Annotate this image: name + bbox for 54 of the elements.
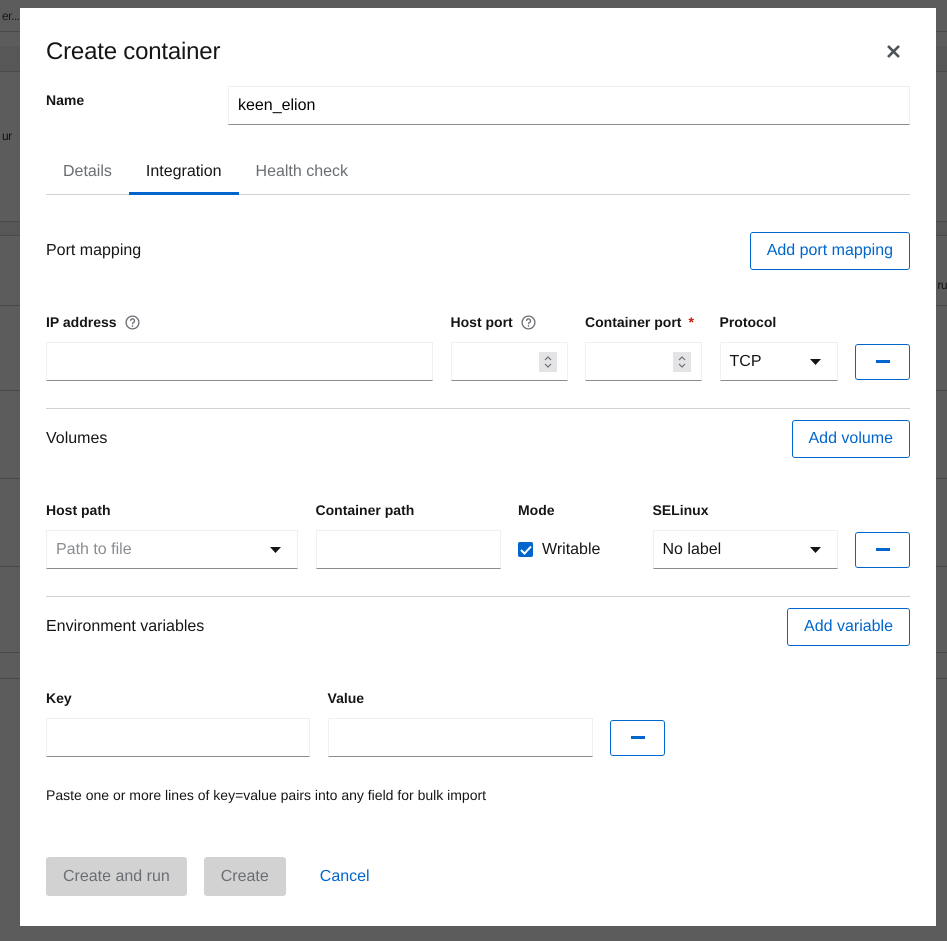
field-label: Protocol (720, 314, 776, 330)
section-title: Environment variables (46, 618, 204, 636)
background-text: ru (937, 278, 947, 292)
minus-icon (630, 736, 644, 739)
text-field[interactable] (46, 718, 310, 757)
spinner-icon[interactable] (673, 352, 691, 372)
dialog-title: Create container (46, 38, 220, 66)
tab[interactable]: Integration (128, 152, 239, 195)
remove-button[interactable] (855, 532, 910, 568)
search-text: er... (2, 8, 20, 22)
field-label: Host port (450, 314, 513, 330)
text-field[interactable] (316, 530, 500, 569)
field-label: Container port (585, 314, 682, 330)
section-title: Port mapping (46, 242, 142, 260)
tab[interactable]: Details (46, 152, 129, 194)
spinner-icon[interactable] (538, 352, 556, 372)
field-label: IP address (46, 314, 117, 330)
minus-icon (876, 548, 890, 551)
hint-text: Paste one or more lines of key=value pairs into any field for bulk import (46, 787, 488, 803)
tab[interactable]: Health check (238, 152, 366, 194)
text-field[interactable] (328, 718, 592, 757)
select-field[interactable]: TCP (720, 342, 838, 381)
add-button[interactable]: Add volume (792, 420, 910, 458)
cancel-link[interactable]: Cancel (302, 857, 387, 896)
field-label: Key (46, 690, 72, 706)
section-title: Volumes (46, 430, 108, 448)
name-field[interactable]: keen_elion (228, 86, 910, 125)
select-field[interactable]: Path to file (46, 530, 298, 569)
caret-icon (810, 358, 820, 364)
number-field[interactable] (450, 342, 568, 381)
checkbox[interactable] (518, 542, 533, 557)
field-label: Mode (518, 502, 555, 518)
field-label: Value (328, 690, 364, 706)
remove-button[interactable] (610, 720, 665, 756)
required-mark: * (688, 314, 694, 330)
add-button[interactable]: Add variable (787, 608, 910, 646)
minus-icon (876, 360, 890, 363)
text-field[interactable] (46, 342, 433, 381)
background-text: ur (2, 129, 12, 143)
select-field[interactable]: No label (652, 530, 838, 569)
number-field[interactable] (585, 342, 702, 381)
field-label: SELinux (652, 502, 709, 518)
field-label: Container path (316, 502, 414, 518)
close-icon[interactable] (887, 45, 900, 58)
help-icon[interactable] (520, 314, 536, 330)
writable-checkbox[interactable]: Writable (518, 530, 635, 569)
remove-button[interactable] (855, 344, 910, 380)
help-icon[interactable] (124, 314, 140, 330)
field-label: Host path (46, 502, 111, 518)
caret-icon (270, 546, 281, 552)
field-label: Name (46, 91, 86, 110)
caret-icon (810, 546, 820, 552)
add-button[interactable]: Add port mapping (750, 232, 910, 270)
checkbox-label: Writable (542, 540, 600, 558)
